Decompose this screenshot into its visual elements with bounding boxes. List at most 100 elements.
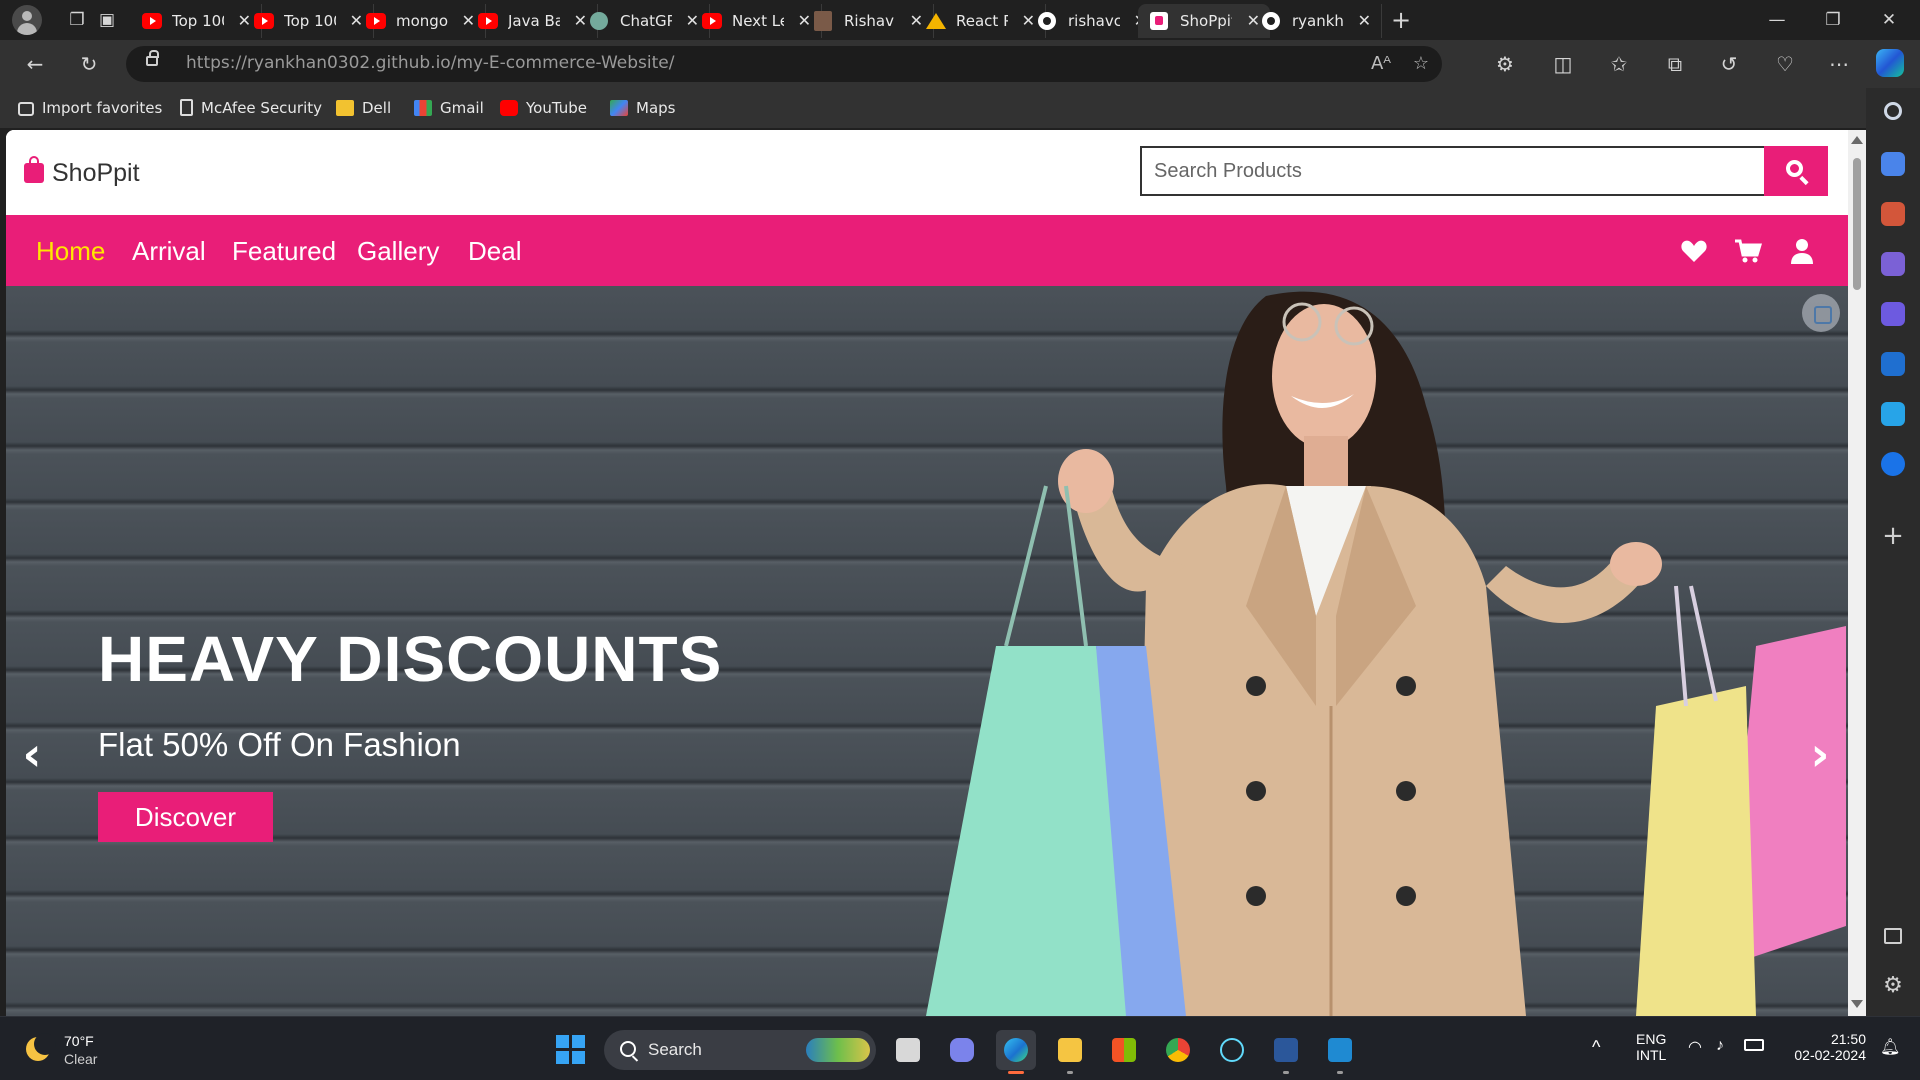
battery-icon[interactable] [1744, 1039, 1764, 1051]
url-text[interactable]: https://ryankhan0302.github.io/my-E-comm… [186, 53, 674, 73]
browser-tab-strip: ❐ ▣ Top 100✕ Top 100✕ mongod✕ Java Bas✕ … [0, 0, 1920, 40]
profile-avatar-icon[interactable] [12, 5, 42, 35]
browser-essentials-icon[interactable]: ♡ [1770, 49, 1800, 79]
copilot-icon[interactable] [1876, 49, 1904, 77]
page-viewport: ShoPpit Home Arrival Featured Gallery De… [6, 130, 1866, 1016]
github-icon [1038, 12, 1056, 30]
favorites-icon[interactable]: ✩ [1604, 49, 1634, 79]
url-path: /my-E-commerce-Website/ [450, 53, 675, 73]
read-aloud-icon[interactable]: Aᴬ [1366, 49, 1396, 79]
search-icon [620, 1041, 636, 1057]
favorite-import[interactable]: Import favorites [18, 98, 162, 118]
language-indicator[interactable]: ENG INTL [1636, 1031, 1666, 1063]
favorite-youtube[interactable]: YouTube [500, 98, 587, 118]
favorite-mcafee[interactable]: McAfee Security [180, 98, 322, 118]
close-window-icon[interactable]: ✕ [1874, 5, 1904, 35]
maps-icon [610, 100, 628, 116]
maximize-icon[interactable]: ❐ [1818, 5, 1848, 35]
discover-button[interactable]: Discover [98, 792, 273, 842]
site-header: ShoPpit [6, 130, 1848, 215]
back-icon[interactable]: ← [20, 49, 50, 79]
refresh-icon[interactable]: ↻ [74, 49, 104, 79]
file-explorer-icon[interactable] [1050, 1030, 1090, 1074]
outlook-icon[interactable] [1881, 352, 1905, 376]
tools-icon[interactable] [1881, 202, 1905, 226]
weather-condition: Clear [64, 1051, 98, 1067]
scroll-down-icon[interactable] [1851, 1000, 1863, 1008]
favorite-maps[interactable]: Maps [610, 98, 675, 118]
youtube-icon [142, 13, 162, 29]
search-products-input[interactable] [1140, 146, 1770, 196]
favorite-dell[interactable]: Dell [336, 98, 391, 118]
hero-subtitle: Flat 50% Off On Fashion [98, 726, 461, 763]
favorite-star-icon[interactable]: ☆ [1406, 49, 1436, 79]
taskbar-search[interactable]: Search [604, 1030, 876, 1070]
search-icon [1786, 160, 1803, 177]
nav-home[interactable]: Home [36, 234, 105, 268]
task-view-icon[interactable] [888, 1030, 928, 1070]
nav-featured[interactable]: Featured [232, 234, 336, 268]
add-sidebar-app-icon[interactable]: + [1881, 523, 1905, 549]
volume-icon[interactable]: ♪ [1716, 1037, 1724, 1055]
youtube-icon [702, 13, 722, 29]
history-icon[interactable]: ↺ [1714, 49, 1744, 79]
visual-search-icon[interactable] [1802, 294, 1840, 332]
teams-icon[interactable] [942, 1030, 982, 1070]
telegram-icon[interactable] [1881, 402, 1905, 426]
tab-actions-icon[interactable]: ▣ [92, 5, 122, 35]
user-icon[interactable] [1788, 237, 1816, 265]
main-nav: Home Arrival Featured Gallery Deal [6, 215, 1848, 286]
search-button[interactable] [1764, 146, 1828, 196]
word-icon[interactable] [1266, 1030, 1306, 1074]
nav-gallery[interactable]: Gallery [357, 234, 439, 268]
more-icon[interactable]: ⋯ [1824, 49, 1854, 79]
search-icon[interactable] [1884, 102, 1902, 120]
split-screen-icon[interactable]: ◫ [1548, 49, 1578, 79]
player-icon[interactable] [1881, 452, 1905, 476]
drive-icon [926, 13, 946, 29]
scroll-up-icon[interactable] [1851, 136, 1863, 144]
minimize-icon[interactable]: — [1762, 5, 1792, 35]
browser-tab[interactable]: ryankha✕ [1250, 4, 1382, 38]
clock[interactable]: 21:50 02-02-2024 [1786, 1031, 1866, 1063]
close-tab-icon[interactable]: ✕ [1358, 4, 1371, 38]
microsoft-365-icon[interactable] [1881, 302, 1905, 326]
moon-icon [26, 1033, 56, 1061]
workspaces-icon[interactable]: ❐ [62, 5, 92, 35]
address-bar[interactable]: https://ryankhan0302.github.io/my-E-comm… [126, 46, 1442, 82]
weather-widget[interactable]: 70°F Clear [22, 1031, 142, 1071]
brand-logo[interactable]: ShoPpit [24, 156, 140, 190]
collections-icon[interactable]: ⧉ [1660, 49, 1690, 79]
browser-toolbar: ← ↻ https://ryankhan0302.github.io/my-E-… [0, 40, 1920, 88]
page-icon [180, 99, 193, 116]
page-scrollbar[interactable] [1848, 130, 1866, 1016]
hero-title: HEAVY DISCOUNTS [98, 623, 723, 695]
hide-sidebar-icon[interactable] [1884, 928, 1902, 944]
sidebar-settings-icon[interactable]: ⚙ [1881, 974, 1905, 998]
start-button[interactable] [556, 1035, 586, 1065]
import-icon [18, 102, 34, 116]
cart-icon[interactable] [1734, 237, 1762, 265]
carousel-next-arrow[interactable]: › [1802, 728, 1838, 780]
notifications-icon[interactable]: 🔔︎ [1880, 1037, 1900, 1057]
scrollbar-thumb[interactable] [1853, 158, 1861, 290]
chatgpt-icon [590, 12, 608, 30]
lock-icon[interactable] [146, 50, 159, 66]
wifi-icon[interactable]: ◠ [1688, 1037, 1702, 1057]
vscode-icon[interactable] [1320, 1030, 1360, 1074]
nav-arrival[interactable]: Arrival [132, 234, 206, 268]
carousel-prev-arrow[interactable]: ‹ [14, 728, 50, 780]
extensions-icon[interactable]: ⚙ [1490, 49, 1520, 79]
chrome-icon[interactable] [1158, 1030, 1198, 1070]
games-icon[interactable] [1881, 252, 1905, 276]
shopping-tag-icon[interactable] [1881, 152, 1905, 176]
react-icon[interactable] [1212, 1030, 1252, 1070]
nav-deal[interactable]: Deal [468, 234, 521, 268]
store-icon[interactable] [1104, 1030, 1144, 1070]
heart-icon[interactable] [1680, 237, 1708, 265]
edge-icon[interactable] [996, 1030, 1036, 1074]
new-tab-icon[interactable]: + [1386, 5, 1416, 35]
shopping-bag-icon [24, 156, 44, 183]
favorite-gmail[interactable]: Gmail [414, 98, 484, 118]
show-hidden-icons-icon[interactable]: ^ [1592, 1037, 1600, 1058]
